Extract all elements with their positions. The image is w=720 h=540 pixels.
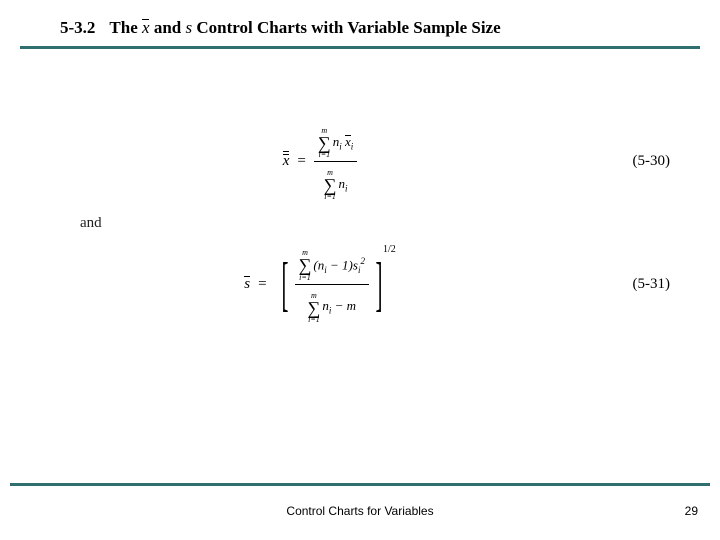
fraction-5-30: m ∑ i=1 ni xi m ∑ i=1 <box>314 120 357 203</box>
sum-lower: i=1 <box>299 274 311 282</box>
left-bracket-icon: [ <box>281 260 288 308</box>
equation-5-30: x = m ∑ i=1 ni xi <box>40 120 680 203</box>
header-rule <box>20 46 700 49</box>
bracket-group: [ m ∑ i=1 (ni − 1)si2 <box>275 242 396 325</box>
sigma-icon: ∑ <box>318 135 331 151</box>
section-header: 5-3.2 The x and s Control Charts with Va… <box>20 18 700 49</box>
section-number: 5-3.2 <box>60 18 95 38</box>
xbar-symbol: x <box>142 18 150 38</box>
page-number: 29 <box>685 504 698 518</box>
equals-sign: = <box>297 153 305 170</box>
equation-5-30-content: x = m ∑ i=1 ni xi <box>283 120 358 203</box>
den-sum-lower: i=1 <box>308 316 320 324</box>
title-and: and <box>154 18 181 37</box>
title-prefix: The <box>109 18 137 37</box>
den-sum-lower: i=1 <box>324 193 336 201</box>
right-bracket-icon: ] <box>375 260 382 308</box>
equation-block: x = m ∑ i=1 ni xi <box>0 110 720 336</box>
equation-label-5-31: (5-31) <box>600 276 680 293</box>
equation-5-31: s = [ m ∑ i=1 (ni − 1)si2 <box>40 242 680 325</box>
footer-rule <box>10 483 710 486</box>
section-title-row: 5-3.2 The x and s Control Charts with Va… <box>60 18 515 38</box>
equals-sign: = <box>258 276 266 293</box>
x-double-bar: x <box>283 153 290 170</box>
title-suffix: Control Charts with Variable Sample Size <box>196 18 500 37</box>
equation-5-31-content: s = [ m ∑ i=1 (ni − 1)si2 <box>244 242 395 325</box>
section-title: The x and s Control Charts with Variable… <box>109 18 500 38</box>
equation-label-5-30: (5-30) <box>600 153 680 170</box>
sigma-icon: ∑ <box>307 300 320 316</box>
sigma-icon: ∑ <box>324 177 337 193</box>
sum-lower: i=1 <box>318 151 330 159</box>
sigma-icon: ∑ <box>299 257 312 273</box>
s-symbol: s <box>185 18 192 37</box>
connective-and: and <box>80 215 680 232</box>
s-bar: s <box>244 276 250 293</box>
footer-caption: Control Charts for Variables <box>0 504 720 518</box>
fraction-5-31: m ∑ i=1 (ni − 1)si2 m <box>295 242 369 325</box>
exponent-half: 1/2 <box>383 244 396 255</box>
